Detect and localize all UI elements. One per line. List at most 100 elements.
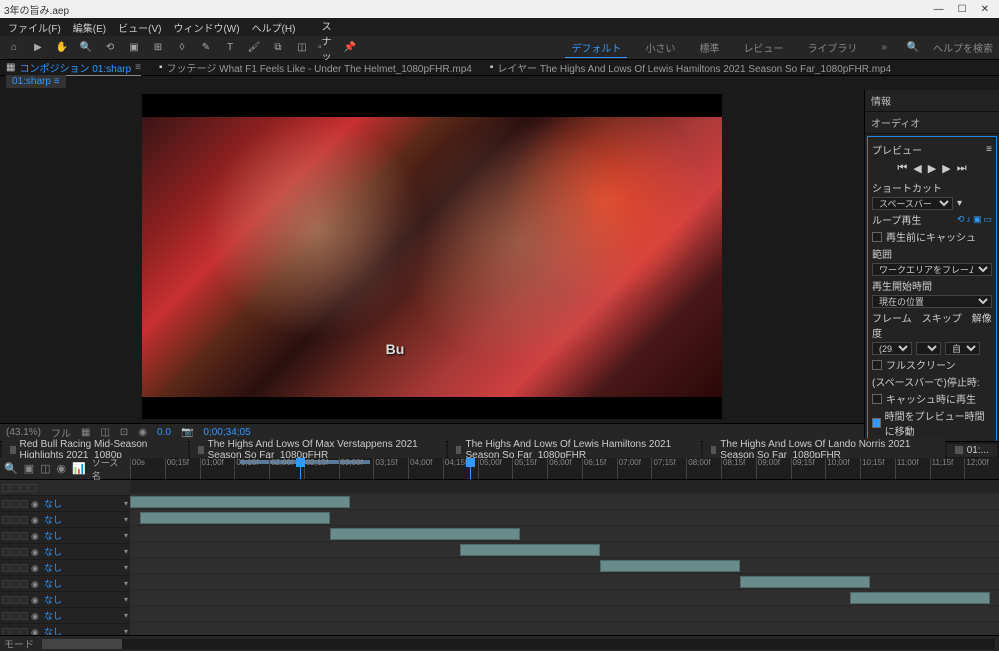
chevron-down-icon[interactable]: ▾	[124, 563, 128, 572]
minimize-button[interactable]: —	[934, 4, 944, 15]
menu-help[interactable]: ヘルプ(H)	[248, 20, 300, 35]
brush-tool-icon[interactable]: 🖌	[246, 40, 262, 56]
layer-row[interactable]: ◉なし▾	[0, 576, 130, 592]
timeline-tab-4[interactable]: 01:...	[947, 444, 997, 457]
zoom-level[interactable]: (43.1%)	[6, 427, 41, 438]
track-row[interactable]	[130, 574, 999, 590]
panel-audio[interactable]: オーディオ	[865, 112, 999, 134]
shortcut-select[interactable]: スペースバー	[872, 197, 953, 210]
clip[interactable]	[600, 560, 740, 572]
pen-tool-icon[interactable]: ✎	[198, 40, 214, 56]
hand-tool-icon[interactable]: ✋	[54, 40, 70, 56]
track-row[interactable]	[130, 606, 999, 622]
grid-icon[interactable]: ▦	[81, 427, 90, 438]
motion-blur-icon[interactable]: ◉	[57, 462, 67, 475]
visibility-icon[interactable]: ◉	[31, 515, 41, 525]
chevron-down-icon[interactable]: ▾	[124, 515, 128, 524]
visibility-icon[interactable]: ◉	[31, 531, 41, 541]
footage-tab-2[interactable]: ▪ レイヤー The Highs And Lows Of Lewis Hamil…	[490, 60, 891, 75]
clip[interactable]	[850, 592, 990, 604]
fullscreen-checkbox[interactable]	[872, 360, 882, 370]
cache-checkbox[interactable]	[872, 232, 882, 242]
region-icon[interactable]: ⊡	[120, 427, 128, 438]
snap-toggle[interactable]: ▫スナップ	[318, 40, 334, 56]
chevron-down-icon[interactable]: ▾	[124, 595, 128, 604]
track-row[interactable]	[130, 526, 999, 542]
overlay-icon[interactable]: ▣	[973, 214, 982, 225]
workspace-more[interactable]: »	[875, 40, 893, 55]
chevron-down-icon[interactable]: ▾	[124, 499, 128, 508]
workspace-standard[interactable]: 標準	[693, 38, 725, 57]
track-row[interactable]	[130, 494, 999, 510]
start-select[interactable]: 現在の位置	[872, 295, 992, 308]
help-search[interactable]: ヘルプを検索	[933, 40, 993, 55]
visibility-icon[interactable]: ◉	[31, 627, 41, 636]
clone-tool-icon[interactable]: ⧉	[270, 40, 286, 56]
clip[interactable]	[330, 528, 520, 540]
snapshot-icon[interactable]: 📷	[181, 427, 193, 438]
clip[interactable]	[130, 496, 350, 508]
scrollbar-thumb[interactable]	[42, 639, 122, 649]
rotate-tool-icon[interactable]: ⟲	[102, 40, 118, 56]
audio-icon[interactable]: ♪	[966, 214, 971, 225]
comp-name-tab[interactable]: 01:sharp ≡	[6, 75, 66, 88]
panel-info[interactable]: 情報	[865, 90, 999, 112]
graph-icon[interactable]: 📊	[72, 462, 86, 475]
clip[interactable]	[740, 576, 870, 588]
layer-row[interactable]: ◉なし▾	[0, 512, 130, 528]
track-panel[interactable]	[130, 480, 999, 635]
current-time-indicator[interactable]	[470, 458, 471, 479]
channel-icon[interactable]: ◉	[138, 427, 147, 438]
panel-menu-icon[interactable]: ≡	[986, 144, 992, 155]
shape-tool-icon[interactable]: ◊	[174, 40, 190, 56]
frame-blend-icon[interactable]: ◫	[40, 462, 50, 475]
stop1-checkbox[interactable]	[872, 394, 882, 404]
chevron-down-icon[interactable]: ▾	[124, 579, 128, 588]
close-button[interactable]: ✕	[981, 4, 989, 15]
layer-row[interactable]: ◉なし▾	[0, 624, 130, 635]
visibility-icon[interactable]: ◉	[31, 579, 41, 589]
menu-file[interactable]: ファイル(F)	[4, 20, 65, 35]
layer-row[interactable]: ◉なし▾	[0, 496, 130, 512]
close-tab-icon[interactable]: ≡	[135, 62, 141, 73]
visibility-icon[interactable]: ◉	[31, 595, 41, 605]
visibility-icon[interactable]: ◉	[31, 547, 41, 557]
search-icon[interactable]: 🔍	[4, 462, 18, 475]
menu-window[interactable]: ウィンドウ(W)	[169, 20, 243, 35]
footage-tab-1[interactable]: ▪ フッテージ What F1 Feels Like - Under The H…	[159, 60, 472, 75]
visibility-icon[interactable]: ◉	[31, 611, 41, 621]
res-select[interactable]: 自動	[945, 342, 980, 355]
track-row[interactable]	[130, 510, 999, 526]
chevron-down-icon[interactable]: ▾	[124, 531, 128, 540]
skip-select[interactable]: 0	[916, 342, 941, 355]
shy-icon[interactable]: ▣	[24, 462, 34, 475]
first-frame-icon[interactable]: ⏮	[897, 162, 907, 175]
text-tool-icon[interactable]: T	[222, 40, 238, 56]
chevron-down-icon[interactable]: ▾	[124, 627, 128, 635]
visibility-icon[interactable]: ◉	[31, 499, 41, 509]
workspace-small[interactable]: 小さい	[639, 38, 681, 57]
workspace-library[interactable]: ライブラリ	[801, 38, 863, 57]
visibility-icon[interactable]: ◉	[31, 563, 41, 573]
clip[interactable]	[140, 512, 330, 524]
zoom-tool-icon[interactable]: 🔍	[78, 40, 94, 56]
chevron-down-icon[interactable]: ▾	[124, 547, 128, 556]
prev-frame-icon[interactable]: ◀	[913, 162, 921, 175]
playhead[interactable]	[300, 458, 301, 479]
last-frame-icon[interactable]: ⏭	[957, 162, 967, 175]
eraser-tool-icon[interactable]: ◫	[294, 40, 310, 56]
layer-row[interactable]: ◉なし▾	[0, 528, 130, 544]
track-row[interactable]	[130, 590, 999, 606]
home-icon[interactable]: ⌂	[6, 40, 22, 56]
time-ruler[interactable]: 00s00;15f01;00f01;15f02;00f02;15f03;00f0…	[130, 458, 999, 479]
maximize-button[interactable]: ☐	[958, 4, 967, 15]
comp-tab-active[interactable]: ▦ コンポジション 01:sharp ≡	[6, 60, 141, 76]
workspace-review[interactable]: レビュー	[737, 38, 789, 57]
monitor-icon[interactable]: ▭	[983, 214, 992, 225]
camera-tool-icon[interactable]: ▣	[126, 40, 142, 56]
workspace-default[interactable]: デフォルト	[565, 38, 627, 58]
fps-select[interactable]: (29.97)	[872, 342, 912, 355]
stop2-checkbox[interactable]	[872, 418, 881, 428]
mode-label[interactable]: モード	[4, 636, 34, 651]
track-row[interactable]	[130, 558, 999, 574]
